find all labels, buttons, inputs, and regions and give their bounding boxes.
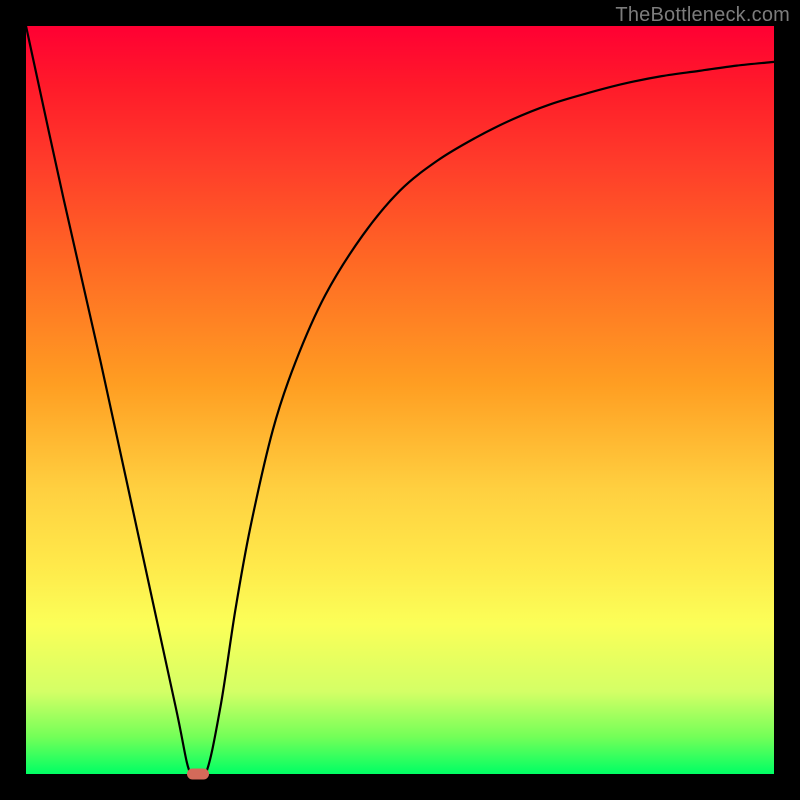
bottleneck-curve — [26, 26, 774, 774]
curve-path — [26, 26, 774, 782]
plot-area — [26, 26, 774, 774]
chart-frame: TheBottleneck.com — [0, 0, 800, 800]
optimal-point-marker — [187, 769, 209, 780]
watermark-text: TheBottleneck.com — [615, 4, 790, 27]
